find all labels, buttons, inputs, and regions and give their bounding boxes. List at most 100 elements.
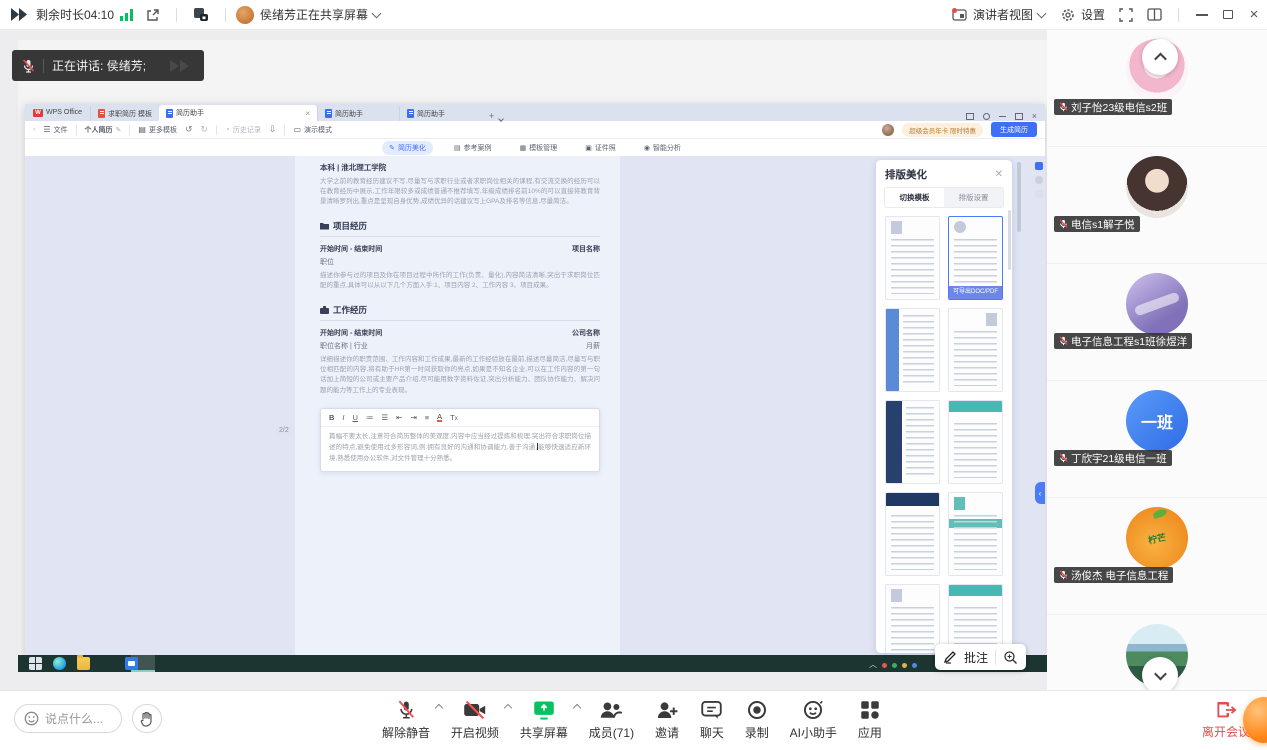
clear-format-icon[interactable]: Tx — [450, 413, 458, 422]
annotate-label[interactable]: 批注 — [964, 649, 988, 666]
tab-id-photo[interactable]: ▣证件照 — [578, 141, 623, 155]
doc-tab-resume-assistant[interactable]: 简历助手 — [399, 106, 481, 121]
wps-home-tab[interactable]: W WPS Office — [25, 104, 90, 121]
doc-title[interactable]: 个人简历✎ — [85, 125, 122, 135]
file-explorer-icon[interactable] — [77, 657, 90, 670]
zoom-magnifier-icon[interactable] — [1003, 650, 1018, 665]
network-signal-icon[interactable] — [120, 9, 134, 21]
doc-tab-resume-assistant[interactable]: 简历助手 — [317, 106, 399, 121]
video-tile[interactable]: 柠芒 汤俊杰 电子信息工程 — [1047, 498, 1267, 614]
inline-text-editor[interactable]: B I U ≔ ☰ ⇤ ⇥ ≡ A Tx 篇幅不要太长 — [320, 408, 600, 473]
edge-browser-icon[interactable] — [53, 657, 66, 670]
work-position-line[interactable]: 职位名称 | 行业 — [320, 341, 368, 351]
wps-user-avatar[interactable] — [882, 124, 894, 136]
project-section-heading[interactable]: 项目经历 — [320, 220, 600, 237]
template-thumbnail[interactable] — [948, 400, 1003, 484]
generate-resume-button[interactable]: 生成简历 — [991, 122, 1037, 137]
more-templates-button[interactable]: ▤更多模板 — [138, 125, 177, 135]
template-thumbnail[interactable] — [885, 400, 940, 484]
settings-label[interactable]: 设置 — [1081, 6, 1105, 23]
template-thumbnail[interactable] — [885, 584, 940, 653]
education-degree-line[interactable]: 本科 | 淮北理工学院 — [320, 162, 600, 173]
indent-increase-icon[interactable]: ⇥ — [410, 413, 416, 422]
download-icon[interactable]: ⇩ — [269, 124, 277, 135]
education-tip-text[interactable]: 大学之前的教育经历建议不写,尽量写与求职行业或者求职岗位相关的课程,有交流交换的… — [320, 177, 600, 207]
dock-app-icon[interactable] — [1035, 190, 1043, 198]
project-tip-text[interactable]: 描述你参与过的项目及你在项目过程中所作的工作(负责、量化),内容简洁清晰,突出于… — [320, 271, 600, 291]
split-view-icon[interactable] — [1147, 8, 1162, 21]
record-button[interactable]: 录制 — [745, 695, 769, 747]
underline-icon[interactable]: U — [353, 413, 358, 422]
restore-button[interactable] — [1215, 2, 1241, 28]
work-time-label[interactable]: 开始时间 - 结束时间 — [320, 328, 382, 338]
project-time-label[interactable]: 开始时间 - 结束时间 — [320, 244, 382, 254]
present-mode-icon[interactable] — [966, 113, 974, 120]
invite-button[interactable]: 邀请 — [655, 695, 679, 747]
sharing-status-label[interactable]: 侯绪芳正在共享屏幕 — [260, 6, 368, 23]
chevron-up-icon[interactable] — [504, 704, 512, 712]
template-thumbnail[interactable] — [948, 584, 1003, 653]
tab-resume-beautify[interactable]: ✎简历美化 — [382, 141, 433, 155]
chevron-down-icon[interactable] — [1037, 8, 1047, 18]
doc-tab-template[interactable]: 求职简历 模板 — [90, 106, 159, 121]
back-icon[interactable]: ‹ — [33, 126, 35, 133]
quick-chat-input[interactable]: 说点什么... — [14, 704, 122, 733]
tray-icon[interactable] — [882, 663, 887, 668]
ai-assistant-button[interactable]: AI小助手 — [790, 695, 837, 747]
tab-switch-template[interactable]: 切换模板 — [885, 188, 944, 207]
gear-icon[interactable] — [1061, 8, 1075, 22]
document-scrollbar[interactable] — [1017, 162, 1021, 232]
chevron-down-icon[interactable] — [372, 8, 382, 18]
work-section-heading[interactable]: 工作经历 — [320, 304, 600, 321]
salary-label[interactable]: 月薪 — [586, 341, 600, 351]
members-button[interactable]: 成员(71) — [589, 695, 634, 747]
present-mode-button[interactable]: ▭演示模式 — [293, 125, 332, 135]
ordered-list-icon[interactable]: ≔ — [366, 413, 374, 422]
wps-close-icon[interactable]: × — [1032, 112, 1037, 121]
start-button-icon[interactable] — [29, 657, 42, 670]
template-thumbnail[interactable] — [885, 308, 940, 392]
history-button[interactable]: ◔历史记录 — [225, 125, 261, 135]
doc-tab-resume-assistant-active[interactable]: 简历助手 × — [159, 105, 317, 121]
align-icon[interactable]: ≡ — [425, 413, 429, 422]
wps-restore-icon[interactable] — [1015, 113, 1023, 120]
editor-text-area[interactable]: 篇幅不要太长,注意符合简历整体的美观度,内容中应当经过提炼和梳理,突出符合求职岗… — [321, 427, 599, 471]
new-tab-button[interactable]: + — [489, 111, 494, 121]
dock-app-icon[interactable] — [1035, 176, 1043, 184]
font-color-icon[interactable]: A — [437, 413, 442, 423]
tray-icon[interactable] — [902, 663, 907, 668]
speaker-view-icon[interactable] — [952, 8, 967, 21]
tab-layout-settings[interactable]: 排版设置 — [944, 188, 1003, 207]
panel-close-icon[interactable]: ✕ — [995, 169, 1003, 180]
video-tile[interactable]: 电信s1解子悦 — [1047, 147, 1267, 263]
project-position-label[interactable]: 职位 — [320, 257, 334, 267]
template-thumbnail[interactable] — [885, 492, 940, 576]
tray-expand-icon[interactable]: ︿ — [869, 661, 877, 669]
vip-promo-pill[interactable]: 超级会员年卡 限时特惠 — [902, 123, 983, 137]
tab-smart-analysis[interactable]: ◉智能分析 — [637, 141, 688, 155]
italic-icon[interactable]: I — [342, 413, 344, 422]
pencil-icon[interactable] — [943, 650, 957, 664]
template-thumbnail[interactable] — [948, 308, 1003, 392]
wps-minimize-icon[interactable] — [999, 116, 1006, 117]
fullscreen-icon[interactable] — [1119, 8, 1133, 22]
chevron-up-icon[interactable] — [435, 704, 443, 712]
resume-page[interactable]: 本科 | 淮北理工学院 大学之前的教育经历建议不写,尽量写与求职行业或者求职岗位… — [295, 156, 620, 655]
template-thumbnail[interactable] — [948, 492, 1003, 576]
close-button[interactable]: × — [1241, 2, 1267, 28]
chat-button[interactable]: 聊天 — [700, 695, 724, 747]
video-tile[interactable]: 电子信息工程s1班徐煜洋 — [1047, 264, 1267, 380]
undo-icon[interactable]: ↺ — [185, 124, 193, 135]
share-screen-button[interactable]: 共享屏幕 — [520, 695, 568, 747]
meeting-app-icon[interactable] — [125, 657, 138, 670]
work-tip-text[interactable]: 详细描述你的职责范围、工作内容和工作成果,最新的工作经验放在最前,描述尽量简洁,… — [320, 355, 600, 395]
scroll-down-button[interactable] — [1142, 657, 1178, 690]
template-thumbnail-selected[interactable]: 可导出DOC/PDF — [948, 216, 1003, 300]
tray-icon[interactable] — [912, 663, 917, 668]
panel-scrollbar[interactable] — [1008, 210, 1011, 270]
raise-hand-button[interactable] — [132, 704, 162, 733]
redo-icon[interactable]: ↻ — [201, 124, 209, 135]
skin-icon[interactable] — [983, 113, 990, 120]
bold-icon[interactable]: B — [329, 413, 334, 422]
company-name-label[interactable]: 公司名称 — [572, 328, 600, 338]
